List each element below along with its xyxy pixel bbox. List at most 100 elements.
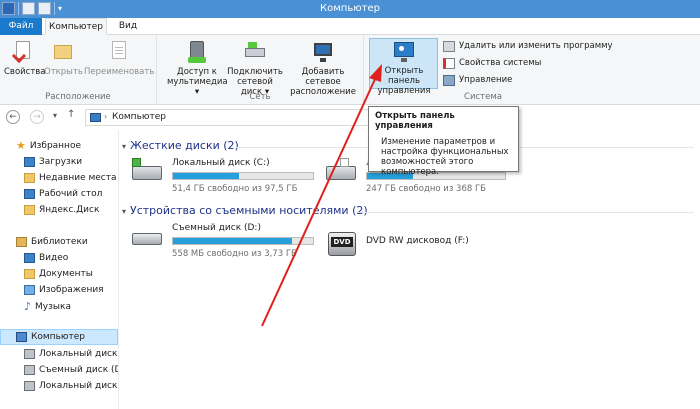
tab-computer[interactable]: Компьютер [45, 18, 107, 35]
drive-c-usage-fill [173, 173, 239, 179]
properties-label: Свойства [4, 67, 46, 77]
drive-c-free: 51,4 ГБ свободно из 97,5 ГБ [172, 184, 298, 194]
uninstall-label: Удалить или изменить программу [459, 41, 613, 51]
nav-recent-label: Недавние места [39, 173, 117, 183]
nav-downloads[interactable]: Загрузки [24, 156, 82, 169]
nav-drive-d[interactable]: Съемный диск (D:) [24, 364, 118, 377]
group-location: Свойства Открыть Переименовать Расположе… [0, 35, 157, 105]
drive-f-name: DVD RW дисковод (F:) [366, 236, 469, 246]
nav-drive-e-label: Локальный диск (E [39, 381, 118, 391]
drive-c-usage-bar [172, 172, 314, 180]
media-access-button[interactable]: Доступ к мультимедиа ▾ [167, 39, 228, 97]
libraries-icon [16, 236, 27, 247]
section-divider [358, 212, 694, 213]
control-panel-tooltip: Открыть панель управления Изменение пара… [368, 106, 519, 177]
nav-images-label: Изображения [39, 285, 104, 295]
system-properties-label: Свойства системы [459, 58, 542, 68]
nav-drive-e[interactable]: Локальный диск (E [24, 380, 118, 393]
drive-c-tile[interactable]: Локальный диск (C:) 51,4 ГБ свободно из … [132, 158, 317, 196]
nav-favorites[interactable]: ★ Избранное [16, 140, 81, 153]
computer-icon [16, 331, 27, 342]
system-properties-button[interactable]: Свойства системы [443, 57, 541, 71]
group-label-network: Сеть [249, 92, 271, 102]
title-bar: ▾ Компьютер [0, 0, 700, 18]
manage-label: Управление [459, 75, 513, 85]
tooltip-line: Изменение параметров и [381, 137, 496, 147]
tooltip-line: возможностей этого [381, 157, 474, 167]
drive-d-usage-bar [172, 237, 314, 245]
nav-desktop-label: Рабочий стол [39, 189, 103, 199]
nav-documents-label: Документы [39, 269, 93, 279]
nav-libraries[interactable]: Библиотеки [16, 236, 88, 249]
manage-button[interactable]: Управление [443, 74, 512, 88]
nav-downloads-label: Загрузки [39, 157, 83, 167]
drive-e-free: 247 ГБ свободно из 368 ГБ [366, 184, 486, 194]
tab-file[interactable]: Файл [0, 18, 42, 35]
nav-yadisk[interactable]: Яндекс.Диск [24, 204, 99, 217]
control-panel-icon [391, 40, 417, 64]
map-network-drive-button[interactable]: Подключить сетевой диск ▾ [226, 39, 284, 97]
dvd-icon-label: DVD [331, 237, 353, 247]
documents-icon [24, 268, 35, 279]
nav-yadisk-label: Яндекс.Диск [39, 205, 100, 215]
removable-drive-icon [24, 364, 35, 375]
nav-computer-label: Компьютер [31, 332, 85, 342]
rename-button[interactable]: Переименовать [84, 39, 154, 77]
section-hdd-header[interactable]: ▾ Жесткие диски (2) [122, 139, 239, 152]
nav-drive-d-label: Съемный диск (D:) [39, 365, 118, 375]
address-bar[interactable]: › Компьютер [85, 109, 375, 126]
nav-computer[interactable]: Компьютер [16, 331, 85, 344]
nav-drive-c[interactable]: Локальный диск (C [24, 348, 118, 361]
group-network: Доступ к мультимедиа ▾ Подключить сетево… [157, 35, 364, 105]
nav-desktop[interactable]: Рабочий стол [24, 188, 102, 201]
nav-libraries-label: Библиотеки [31, 237, 88, 247]
media-label-1: Доступ к [177, 67, 217, 77]
nav-video-label: Видео [39, 253, 69, 263]
nav-images[interactable]: Изображения [24, 284, 104, 297]
recent-locations-button[interactable]: ▾ [53, 111, 57, 120]
uninstall-program-button[interactable]: Удалить или изменить программу [443, 40, 613, 54]
properties-button[interactable]: Свойства [4, 39, 46, 77]
open-control-panel-button[interactable]: Открыть панель управления [370, 40, 438, 96]
add-network-location-button[interactable]: Добавить сетевое расположение [283, 39, 363, 97]
tooltip-title: Открыть панель управления [375, 111, 455, 131]
yandex-disk-icon [24, 204, 35, 215]
section-removable-header[interactable]: ▾ Устройства со съемными носителями (2) [122, 204, 368, 217]
open-icon [52, 39, 74, 65]
media-server-icon [184, 39, 210, 65]
nav-video[interactable]: Видео [24, 252, 68, 265]
nav-recent[interactable]: Недавние места [24, 172, 117, 185]
tooltip-line: компьютера. [381, 167, 439, 177]
pane-splitter[interactable] [118, 130, 119, 409]
collapse-chevron-icon: ▾ [122, 207, 127, 216]
tab-view[interactable]: Вид [113, 18, 143, 35]
system-properties-icon [443, 58, 455, 69]
up-button[interactable]: ↑ [67, 109, 75, 120]
uninstall-icon [443, 41, 455, 52]
collapse-chevron-icon: ▾ [122, 142, 127, 151]
star-icon: ★ [16, 140, 26, 152]
nav-drive-c-label: Локальный диск (C [39, 349, 118, 359]
recent-places-icon [24, 172, 35, 183]
removable-drive-icon [132, 233, 162, 245]
cp-label-2: управления [377, 86, 431, 96]
downloads-icon [24, 156, 35, 167]
hard-drive-icon [24, 380, 35, 391]
open-button[interactable]: Открыть [44, 39, 83, 77]
drive-c-name: Локальный диск (C:) [172, 158, 270, 168]
nav-documents[interactable]: Документы [24, 268, 93, 281]
breadcrumb-computer[interactable]: Компьютер [112, 112, 166, 122]
map-label-1: Подключить [227, 67, 283, 77]
video-icon [24, 252, 35, 263]
navigation-pane: ★ Избранное Загрузки Недавние места Рабоч… [0, 130, 118, 409]
nav-music[interactable]: ♪ Музыка [24, 300, 71, 313]
forward-button[interactable]: → [30, 110, 44, 124]
rename-icon [108, 39, 130, 65]
manage-icon [443, 75, 455, 86]
hard-drive-icon [24, 348, 35, 359]
drive-badge-icon [340, 158, 349, 167]
drive-f-tile[interactable]: DVD DVD RW дисковод (F:) [326, 230, 511, 260]
drive-d-tile[interactable]: Съемный диск (D:) 558 МБ свободно из 3,7… [132, 223, 317, 261]
add-label-1: Добавить сетевое [301, 67, 345, 87]
back-button[interactable]: ← [6, 110, 20, 124]
